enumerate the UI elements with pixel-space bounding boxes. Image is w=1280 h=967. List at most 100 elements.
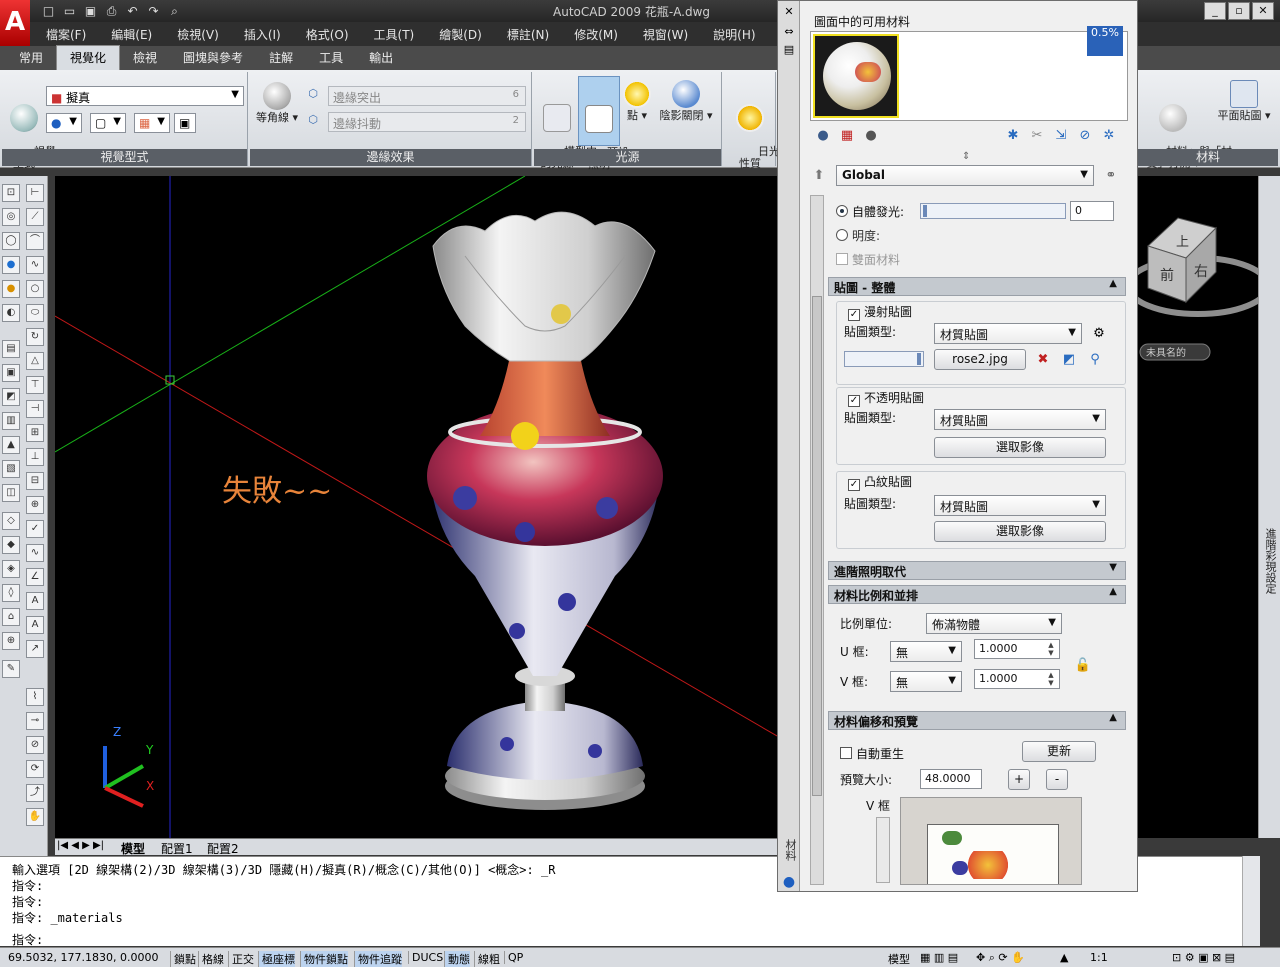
preview-lighting-icon[interactable]: ● (862, 127, 880, 145)
diffuse-blend-slider[interactable] (844, 351, 924, 367)
select-objects-icon[interactable]: ✲ (1100, 127, 1118, 145)
slice-icon[interactable]: ◇ (2, 512, 20, 530)
orbit-icon[interactable]: ⟳ (26, 760, 44, 778)
leader-icon[interactable]: ↗ (26, 640, 44, 658)
walk-icon[interactable]: ⤴ (26, 784, 44, 802)
cylinder-icon[interactable]: ▥ (2, 412, 20, 430)
status-ortho[interactable]: 正交 (228, 951, 254, 967)
viewport-right-area[interactable]: 上 前 右 未具名的 (1138, 176, 1258, 838)
palette-scrollbar[interactable] (810, 195, 824, 885)
render-icon[interactable]: ◐ (2, 304, 20, 322)
preview-size-value[interactable]: 48.0000 (920, 769, 982, 789)
status-polar[interactable]: 極座標 (258, 951, 295, 967)
close-icon[interactable]: ✕ (782, 5, 796, 19)
viewcube[interactable]: 上 前 右 未具名的 (1138, 176, 1258, 376)
diffuse-image-button[interactable]: rose2.jpg (934, 349, 1026, 370)
u-tile-spinner[interactable]: ▲ ▼ (1044, 641, 1058, 657)
default-lighting-button[interactable]: 預設 照明 (578, 76, 629, 171)
ellipse-icon[interactable]: ⬭ (26, 304, 44, 322)
sphere-outline-icon[interactable]: ◯ (2, 232, 20, 250)
status-lwt[interactable]: 線粗 (474, 951, 500, 967)
self-illumination-option[interactable]: 自體發光: (836, 203, 904, 220)
command-line-scrollbar[interactable] (1242, 856, 1260, 946)
navigation-icons[interactable]: ✥ ⌕ ⟳ ✋ (976, 951, 1025, 965)
status-dyn[interactable]: 動態 (444, 951, 470, 967)
cone-icon[interactable]: ▲ (2, 436, 20, 454)
save-icon[interactable]: ▣ (82, 3, 99, 19)
advanced-render-palette-strip[interactable]: 進階彩現設定 (1258, 176, 1280, 838)
opacity-select-image-button[interactable]: 選取影像 (934, 437, 1106, 458)
union-icon[interactable]: ◫ (2, 484, 20, 502)
planar-mapping-button[interactable]: 平面貼圖 ▾ (1212, 80, 1276, 122)
auto-regen-option[interactable]: 自動重生 (840, 745, 904, 762)
status-osnap[interactable]: 物件鎖點 (300, 951, 348, 967)
measure-angle-icon[interactable]: ∠ (26, 568, 44, 586)
extrude-icon[interactable]: ▧ (2, 460, 20, 478)
menu-file[interactable]: 檔案(F) (30, 26, 95, 43)
tab-visualize[interactable]: 視覺化 (56, 45, 121, 70)
tab-model[interactable]: 模型 (121, 840, 145, 857)
pan-icon[interactable]: ✋ (26, 808, 44, 826)
shaded-sphere-icon[interactable]: ● (2, 256, 20, 274)
material-swatch-selected[interactable] (813, 34, 899, 118)
template-icon[interactable]: ⚭ (1102, 167, 1120, 185)
purge-icon[interactable]: ✂ (1028, 127, 1046, 145)
tab-blocks[interactable]: 圖塊與參考 (170, 46, 256, 70)
preview-size-plus-button[interactable]: + (1008, 769, 1030, 790)
layout-icon[interactable]: ▦ ▥ ▤ (920, 951, 958, 964)
apply-to-objects-icon[interactable]: ⇲ (1052, 127, 1070, 145)
status-grid[interactable]: 格線 (198, 951, 224, 967)
align-icon[interactable]: ⊣ (26, 400, 44, 418)
interfere-icon[interactable]: ◈ (2, 560, 20, 578)
coordinate-readout[interactable]: 69.5032, 177.1830, 0.0000 (8, 951, 158, 964)
remove-from-objects-icon[interactable]: ⊘ (1076, 127, 1094, 145)
autohide-icon[interactable]: ⇔ (782, 25, 796, 39)
tab-tools[interactable]: 工具 (306, 46, 356, 70)
status-model-space[interactable]: 模型 (888, 951, 910, 967)
zoom-icon[interactable]: ⊕ (2, 632, 20, 650)
tab-layout2[interactable]: 配置2 (207, 840, 239, 857)
wave-icon[interactable]: ∿ (26, 544, 44, 562)
offset-preview-area[interactable] (900, 797, 1082, 885)
edge-jitter-field[interactable]: 邊緣抖動 2 (328, 112, 526, 132)
tab-output[interactable]: 輸出 (356, 46, 406, 70)
v-tile-spinner[interactable]: ▲ ▼ (1044, 671, 1058, 687)
status-otrack[interactable]: 物件追蹤 (354, 951, 402, 967)
array-icon[interactable]: ⊞ (26, 424, 44, 442)
redo-icon[interactable]: ↷ (145, 3, 162, 19)
break-icon[interactable]: ⊘ (26, 736, 44, 754)
triangle-icon[interactable]: △ (26, 352, 44, 370)
lock-aspect-icon[interactable]: 🔓 (1074, 657, 1092, 675)
tab-annotate[interactable]: 註解 (256, 46, 306, 70)
scroll-thumb[interactable] (812, 296, 822, 796)
u-tile-mode-dropdown[interactable]: 無 ▼ (890, 641, 962, 662)
v-offset-slider[interactable] (876, 817, 890, 883)
circle-icon[interactable]: ○ (26, 280, 44, 298)
torus-tool-icon[interactable]: ◎ (2, 208, 20, 226)
snap-tool-icon[interactable]: ⊡ (2, 184, 20, 202)
search-icon[interactable]: ⌕ (166, 3, 183, 19)
create-material-icon[interactable]: ✱ (1004, 127, 1022, 145)
splitter-grip[interactable]: ⇕ (962, 151, 970, 162)
two-sided-option[interactable]: 雙面材料 (836, 251, 900, 268)
bump-map-type-dropdown[interactable]: 材質貼圖 ▼ (934, 495, 1106, 516)
camera-icon[interactable]: ⌂ (2, 608, 20, 626)
slider-thumb[interactable] (923, 205, 927, 217)
isometric-button[interactable]: 等角線 ▾ (254, 82, 300, 124)
drawing-viewport[interactable]: Z Y X 失敗~~ (55, 176, 777, 838)
undo-icon[interactable]: ↶ (124, 3, 141, 19)
luminance-option[interactable]: 明度: (836, 227, 880, 244)
spline-icon[interactable]: ∿ (26, 256, 44, 274)
menu-view[interactable]: 檢視(V) (161, 26, 228, 43)
menu-tools[interactable]: 工具(T) (358, 26, 424, 43)
slider-thumb[interactable] (917, 353, 921, 365)
stretch-icon[interactable]: ⊟ (26, 472, 44, 490)
path-icon[interactable]: ⌇ (26, 688, 44, 706)
scale-unit-dropdown[interactable]: 佈滿物體 ▼ (926, 613, 1062, 634)
minimize-button[interactable]: _ (1204, 2, 1226, 20)
materials-textures-button[interactable]: 材料」與「材 質」打開 ▾ (1138, 80, 1232, 182)
menu-insert[interactable]: 插入(I) (228, 26, 290, 43)
checker-background-icon[interactable]: ▦ (838, 127, 856, 145)
text-icon[interactable]: A (26, 592, 44, 610)
color-style-dropdown[interactable]: ▦ ▼ (134, 113, 170, 133)
